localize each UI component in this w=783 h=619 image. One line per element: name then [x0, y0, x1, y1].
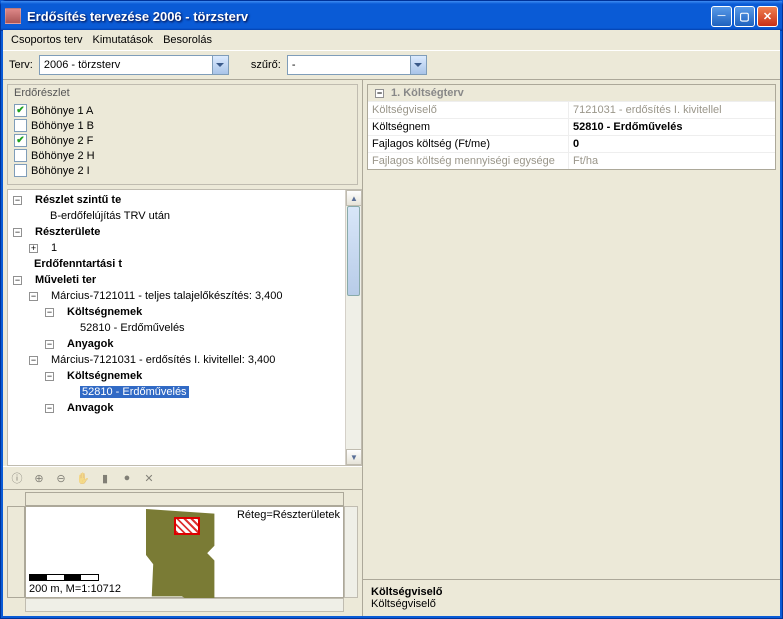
- collapse-icon[interactable]: −: [45, 340, 54, 349]
- menu-csoportos[interactable]: Csoportos terv: [11, 34, 83, 46]
- chevron-down-icon: [410, 56, 426, 74]
- terv-value: 2006 - törzsterv: [44, 59, 120, 71]
- checkbox-icon[interactable]: [14, 119, 27, 132]
- scroll-up-icon[interactable]: ▲: [346, 190, 362, 206]
- ruler-vertical: [7, 506, 25, 598]
- checkbox-icon[interactable]: ✔: [14, 104, 27, 117]
- collapse-icon[interactable]: −: [13, 196, 22, 205]
- szuro-label: szűrő:: [251, 59, 281, 71]
- map-layer-label: Réteg=Részterületek: [237, 509, 340, 521]
- help-title: Költségviselő: [371, 586, 772, 598]
- prop-row[interactable]: Fajlagos költség mennyiségi egységeFt/ha: [368, 152, 775, 169]
- map-scroll-h[interactable]: [25, 598, 344, 612]
- expand-icon[interactable]: +: [29, 244, 38, 253]
- map-canvas[interactable]: Réteg=Részterületek 200 m, M=1:10712: [25, 506, 344, 598]
- zoom-in-icon[interactable]: ⊕: [31, 470, 47, 486]
- operations-tree[interactable]: −Részlet szintű te B-erdőfelújítás TRV u…: [7, 189, 362, 466]
- collapse-icon[interactable]: −: [375, 89, 384, 98]
- close-button[interactable]: ✕: [757, 6, 778, 27]
- tree-selected[interactable]: 52810 - Erdőművelés: [80, 386, 189, 398]
- collapse-icon[interactable]: −: [45, 372, 54, 381]
- tree-scrollbar[interactable]: ▲ ▼: [345, 190, 361, 465]
- scale-bar-icon: [29, 575, 99, 581]
- scroll-thumb[interactable]: [347, 206, 360, 296]
- maximize-button[interactable]: ▢: [734, 6, 755, 27]
- erdoreszlet-title: Erdőrészlet: [8, 85, 357, 101]
- erdoreszlet-group: Erdőrészlet ✔Böhönye 1 A Böhönye 1 B ✔Bö…: [7, 84, 358, 185]
- zoom-out-icon[interactable]: ⊖: [53, 470, 69, 486]
- list-item[interactable]: ✔Böhönye 2 F: [12, 133, 353, 148]
- map-scale-label: 200 m, M=1:10712: [29, 583, 121, 595]
- titlebar: Erdősítés tervezése 2006 - törzsterv ─ ▢…: [1, 1, 782, 31]
- app-icon: [5, 8, 21, 24]
- list-item[interactable]: Böhönye 2 H: [12, 148, 353, 163]
- terv-label: Terv:: [9, 59, 33, 71]
- collapse-icon[interactable]: −: [45, 404, 54, 413]
- window-title: Erdősítés tervezése 2006 - törzsterv: [27, 9, 711, 24]
- prop-row[interactable]: Költségviselő7121031 - erdősítés I. kivi…: [368, 101, 775, 118]
- erdoreszlet-list: ✔Böhönye 1 A Böhönye 1 B ✔Böhönye 2 F Bö…: [8, 101, 357, 184]
- szuro-value: -: [292, 59, 296, 71]
- help-panel: Költségviselő Költségviselő: [363, 579, 780, 616]
- minimize-button[interactable]: ─: [711, 6, 732, 27]
- property-grid: − 1. Költségterv Költségviselő7121031 - …: [367, 84, 776, 170]
- checkbox-icon[interactable]: [14, 149, 27, 162]
- list-item[interactable]: Böhönye 1 B: [12, 118, 353, 133]
- map-panel: Réteg=Részterületek 200 m, M=1:10712: [7, 492, 358, 612]
- scroll-down-icon[interactable]: ▼: [346, 449, 362, 465]
- prop-row[interactable]: Költségnem52810 - Erdőművelés: [368, 118, 775, 135]
- filter-bar: Terv: 2006 - törzsterv szűrő: -: [3, 50, 780, 80]
- pan-icon[interactable]: ✋: [75, 470, 91, 486]
- map-toolbar: ⓘ ⊕ ⊖ ✋ ▮ ● ✕: [3, 466, 362, 490]
- checkbox-icon[interactable]: [14, 164, 27, 177]
- collapse-icon[interactable]: −: [13, 228, 22, 237]
- list-item[interactable]: ✔Böhönye 1 A: [12, 103, 353, 118]
- menubar: Csoportos terv Kimutatások Besorolás: [3, 30, 780, 50]
- menu-kimutatasok[interactable]: Kimutatások: [93, 34, 154, 46]
- szuro-combo[interactable]: -: [287, 55, 427, 75]
- chevron-down-icon: [212, 56, 228, 74]
- list-item[interactable]: Böhönye 2 I: [12, 163, 353, 178]
- collapse-icon[interactable]: −: [45, 308, 54, 317]
- help-desc: Költségviselő: [371, 598, 772, 610]
- circle-icon[interactable]: ●: [119, 470, 135, 486]
- ruler-horizontal: [25, 492, 344, 506]
- menu-besorolas[interactable]: Besorolás: [163, 34, 212, 46]
- checkbox-icon[interactable]: ✔: [14, 134, 27, 147]
- propgrid-header[interactable]: − 1. Költségterv: [368, 85, 775, 101]
- info-icon[interactable]: ⓘ: [9, 470, 25, 486]
- terv-combo[interactable]: 2006 - törzsterv: [39, 55, 229, 75]
- clear-icon[interactable]: ✕: [141, 470, 157, 486]
- prop-row[interactable]: Fajlagos költség (Ft/me)0: [368, 135, 775, 152]
- collapse-icon[interactable]: −: [29, 356, 38, 365]
- map-scroll-v[interactable]: [344, 506, 358, 598]
- collapse-icon[interactable]: −: [13, 276, 22, 285]
- collapse-icon[interactable]: −: [29, 292, 38, 301]
- map-selection-shape: [174, 517, 200, 535]
- folder-icon[interactable]: ▮: [97, 470, 113, 486]
